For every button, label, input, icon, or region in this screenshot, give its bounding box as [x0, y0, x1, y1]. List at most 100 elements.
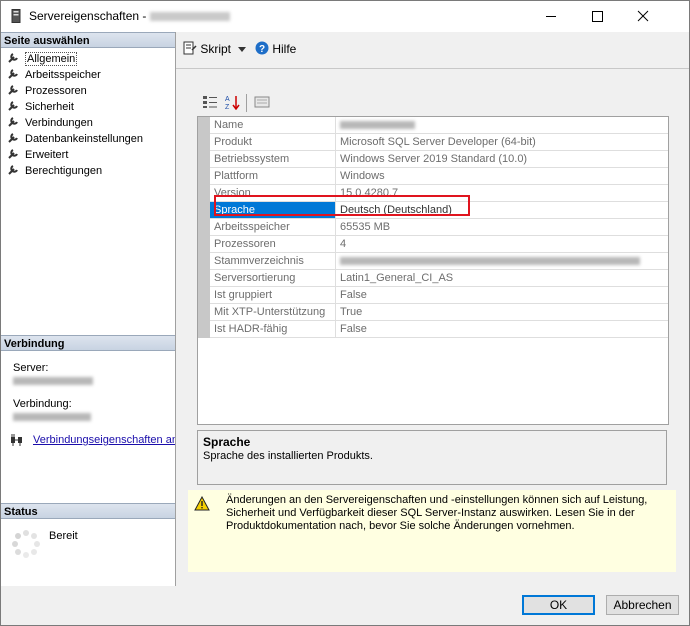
page-item-label: Erweitert: [25, 149, 69, 161]
alphabetical-sort-icon[interactable]: AZ: [224, 94, 240, 110]
help-label: Hilfe: [272, 42, 297, 56]
page-item-arbeitsspeicher[interactable]: Arbeitsspeicher: [7, 67, 101, 83]
page-item-prozessoren[interactable]: Prozessoren: [7, 83, 87, 99]
connection-properties-icon: [11, 434, 22, 446]
minimize-icon[interactable]: [528, 1, 574, 32]
svg-text:Z: Z: [225, 104, 230, 110]
page-item-allgemein[interactable]: Allgemein: [7, 51, 78, 67]
server-label: Server:: [13, 362, 49, 374]
progress-spinner-icon: [12, 530, 40, 558]
server-icon: [11, 9, 21, 23]
row-gutter: [198, 269, 210, 287]
warning-panel: Änderungen an den Servereigenschaften un…: [188, 490, 676, 572]
property-description-panel: Sprache Sprache des installierten Produk…: [197, 430, 667, 485]
script-icon: [183, 41, 197, 55]
wrench-icon: [8, 101, 18, 111]
page-item-sicherheit[interactable]: Sicherheit: [7, 99, 74, 115]
help-icon: ?: [255, 41, 269, 55]
property-row-stammverzeichnis[interactable]: Stammverzeichnis: [198, 252, 668, 270]
property-table: Name Produkt Microsoft SQL Server Develop…: [198, 117, 668, 338]
property-row-prozessoren[interactable]: Prozessoren 4: [198, 235, 668, 253]
server-properties-dialog: Servereigenschaften - Seite auswählen Al…: [0, 0, 690, 626]
redacted-name-value: [340, 121, 415, 130]
status-header: Status: [1, 503, 175, 519]
row-gutter: [198, 150, 210, 168]
property-row-produkt[interactable]: Produkt Microsoft SQL Server Developer (6…: [198, 133, 668, 151]
page-item-erweitert[interactable]: Erweitert: [7, 147, 68, 163]
redacted-root-path: [340, 257, 640, 266]
property-row-version[interactable]: Version 15.0.4280.7: [198, 184, 668, 202]
description-text: Sprache des installierten Produkts.: [203, 450, 373, 462]
close-icon[interactable]: [620, 1, 666, 32]
row-gutter: [198, 201, 210, 219]
property-row-plattform[interactable]: Plattform Windows: [198, 167, 668, 185]
toolbar: Skript ? Hilfe: [176, 32, 689, 69]
select-page-header: Seite auswählen: [1, 32, 175, 48]
wrench-icon: [8, 53, 18, 63]
property-value: 15.0.4280.7: [335, 184, 668, 202]
property-key: Arbeitsspeicher: [210, 218, 336, 236]
categorized-view-icon[interactable]: [202, 94, 218, 110]
connection-label: Verbindung:: [13, 398, 72, 410]
property-key: Serversortierung: [210, 269, 336, 287]
property-value: [335, 117, 668, 134]
property-row-betriebssystem[interactable]: Betriebssystem Windows Server 2019 Standa…: [198, 150, 668, 168]
maximize-icon[interactable]: [574, 1, 620, 32]
row-gutter: [198, 117, 210, 134]
property-value: Latin1_General_CI_AS: [335, 269, 668, 287]
redacted-server-value: [13, 377, 93, 385]
page-item-label: Datenbankeinstellungen: [25, 133, 144, 145]
row-gutter: [198, 235, 210, 253]
help-button[interactable]: ? Hilfe: [255, 41, 296, 57]
wrench-icon: [8, 85, 18, 95]
status-text: Bereit: [49, 530, 78, 542]
row-gutter: [198, 303, 210, 321]
property-key: Betriebssystem: [210, 150, 336, 168]
property-key: Sprache: [210, 201, 336, 219]
description-title: Sprache: [203, 435, 251, 449]
property-key: Plattform: [210, 167, 336, 185]
property-row-name[interactable]: Name: [198, 117, 668, 134]
toolbar-separator: [246, 94, 247, 112]
svg-text:?: ?: [259, 44, 265, 55]
wrench-icon: [8, 133, 18, 143]
row-gutter: [198, 320, 210, 338]
property-row-serversortierung[interactable]: Serversortierung Latin1_General_CI_AS: [198, 269, 668, 287]
page-item-label: Verbindungen: [25, 117, 93, 129]
property-value: True: [335, 303, 668, 321]
property-value: Microsoft SQL Server Developer (64-bit): [335, 133, 668, 151]
property-value: [335, 252, 668, 270]
row-gutter: [198, 184, 210, 202]
property-row-hadr[interactable]: Ist HADR-fähig False: [198, 320, 668, 338]
property-key: Mit XTP-Unterstützung: [210, 303, 336, 321]
view-connection-properties-link[interactable]: Verbindungseigenschaften anzeigen: [33, 434, 175, 446]
wrench-icon: [8, 69, 18, 79]
title-bar: Servereigenschaften -: [1, 1, 689, 32]
row-gutter: [198, 286, 210, 304]
property-row-sprache[interactable]: Sprache Deutsch (Deutschland): [198, 201, 668, 219]
script-label: Skript: [200, 42, 232, 56]
page-item-label: Berechtigungen: [25, 165, 103, 177]
redacted-server-name: [150, 12, 231, 22]
script-button[interactable]: Skript: [183, 41, 231, 57]
page-item-verbindungen[interactable]: Verbindungen: [7, 115, 93, 131]
row-gutter: [198, 252, 210, 270]
page-item-berechtigungen[interactable]: Berechtigungen: [7, 163, 102, 179]
property-key: Version: [210, 184, 336, 202]
cancel-button[interactable]: Abbrechen: [606, 595, 679, 615]
warning-icon: [194, 496, 210, 511]
ok-button[interactable]: OK: [522, 595, 595, 615]
page-item-label: Sicherheit: [25, 101, 74, 113]
property-row-xtp[interactable]: Mit XTP-Unterstützung True: [198, 303, 668, 321]
warning-text: Änderungen an den Servereigenschaften un…: [226, 494, 648, 532]
page-item-label: Prozessoren: [25, 85, 87, 97]
property-key: Produkt: [210, 133, 336, 151]
property-row-ist-gruppiert[interactable]: Ist gruppiert False: [198, 286, 668, 304]
property-key: Name: [210, 117, 336, 134]
property-row-arbeitsspeicher[interactable]: Arbeitsspeicher 65535 MB: [198, 218, 668, 236]
property-value: Windows: [335, 167, 668, 185]
page-item-datenbankeinstellungen[interactable]: Datenbankeinstellungen: [7, 131, 143, 147]
property-pages-icon[interactable]: [254, 94, 270, 110]
row-gutter: [198, 133, 210, 151]
script-dropdown-icon[interactable]: [238, 47, 246, 52]
